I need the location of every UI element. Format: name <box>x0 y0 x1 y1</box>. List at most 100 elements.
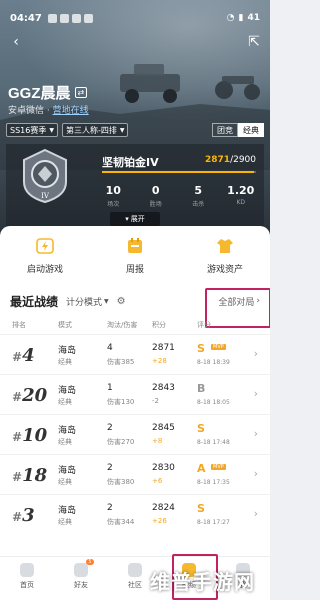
chevron-right-icon: › <box>253 387 258 400</box>
match-row[interactable]: #10 海岛 经典 2 伤害270 2845 +8 S 8-18 17:48 › <box>0 414 270 454</box>
status-time: 04:47 <box>10 12 42 24</box>
match-row[interactable]: #4 海岛经典 4 伤害385 2871 +28 S MVP 8-18 18:39 › <box>0 334 270 374</box>
match-points-delta: +26 <box>152 517 167 525</box>
mode-select[interactable]: 第三人称-四排 ▼ <box>61 123 129 137</box>
match-date: 8-18 17:48 <box>197 439 230 446</box>
mvp-badge: MVP <box>211 464 226 470</box>
watermark: 维普手游网 <box>150 570 255 594</box>
match-points: 2871 <box>152 343 175 353</box>
quick-launch-game[interactable]: 启动游戏 <box>0 238 90 276</box>
back-icon[interactable]: ‹ <box>8 34 24 50</box>
quick-game-assets[interactable]: 游戏资产 <box>180 238 270 276</box>
mode-button-tdm[interactable]: 团竞 <box>212 123 238 137</box>
season-select[interactable]: SS16赛季 ▼ <box>6 123 58 137</box>
match-grade: S <box>197 502 205 515</box>
match-points: 2843 <box>152 383 175 393</box>
match-map: 海岛 <box>58 466 77 476</box>
match-rank: #4 <box>12 345 35 366</box>
quick-launch-label: 启动游戏 <box>26 265 63 275</box>
season-label: SS16赛季 <box>10 125 47 135</box>
stat-wins: 0 胜场 <box>149 184 162 208</box>
mvp-badge: MVP <box>211 344 226 350</box>
quick-actions: 启动游戏 周报 游戏资产 <box>0 226 270 276</box>
rank-score-current: 2871 <box>205 155 231 165</box>
nav-item[interactable]: 首页 <box>0 557 54 600</box>
status-bar: 04:47 ◔ ▮ 41 <box>10 10 260 26</box>
rank-progress-fill <box>102 171 255 173</box>
rank-name: 坚韧铂金IV <box>102 156 159 169</box>
match-damage: 伤害130 <box>107 398 135 406</box>
nav-label: 好友 <box>74 581 88 589</box>
match-row[interactable]: #3 海岛 经典 2 伤害344 2824 +26 S 8-18 17:27 › <box>0 494 270 534</box>
match-points-delta: +8 <box>152 437 163 445</box>
match-grade: S <box>197 342 205 355</box>
player-nickname: GGZ晨晨 <box>8 85 71 102</box>
rank-score: 2871/2900 <box>205 155 256 165</box>
expand-button[interactable]: ▾ 展开 <box>110 212 160 226</box>
match-points: 2824 <box>152 503 175 513</box>
header-rank: 排名 <box>12 321 26 329</box>
match-date: 8-18 18:05 <box>197 399 230 406</box>
match-kills: 2 <box>107 463 113 473</box>
online-status-link[interactable]: 营地在线 <box>53 106 89 116</box>
match-rank: #18 <box>12 465 48 486</box>
signal-icon: ▮ <box>238 13 244 23</box>
header-grade: 评分 <box>197 321 211 329</box>
nav-item[interactable]: 好友 5 <box>54 557 108 600</box>
match-points-delta: -2 <box>152 397 159 405</box>
match-grade: S <box>197 422 205 435</box>
match-kills: 2 <box>107 503 113 513</box>
rank-emblem-icon: IV <box>23 148 67 204</box>
rank-progress-bar <box>102 171 256 173</box>
quick-assets-label: 游戏资产 <box>206 265 243 275</box>
mode-button-classic[interactable]: 经典 <box>238 123 264 137</box>
settings-gear-icon[interactable]: ⚙ <box>117 296 126 307</box>
chevron-right-icon: › <box>256 296 260 306</box>
quick-weekly-label: 周报 <box>125 265 144 275</box>
match-row[interactable]: #18 海岛 经典 2 伤害380 2830 +6 A MVP 8-18 17:35 › <box>0 454 270 494</box>
chevron-down-icon: ▾ <box>125 215 129 223</box>
platform-label: 安卓微信 · <box>8 106 50 116</box>
caret-down-icon: ▼ <box>104 297 109 305</box>
match-kills: 2 <box>107 423 113 433</box>
battery-level: 41 <box>247 13 260 23</box>
match-map: 海岛 <box>58 346 77 356</box>
recent-title: 最近战绩 <box>10 294 59 309</box>
quick-weekly-report[interactable]: 周报 <box>90 238 180 276</box>
match-kills: 1 <box>107 383 113 393</box>
nav-icon <box>128 563 142 577</box>
content-sheet: 启动游戏 周报 游戏资产 最近战绩 计分模式 ▼ ⚙ 全部对局 › 排名 模式 淘汰… <box>0 226 270 600</box>
chevron-right-icon: › <box>253 347 258 360</box>
match-grade: A <box>197 462 206 475</box>
match-rank: #20 <box>12 385 48 406</box>
match-kills: 4 <box>107 343 113 353</box>
match-mode: 经典 <box>58 478 72 486</box>
match-list: #4 海岛 经典 4 伤害385 2871 +28 S MVP 8-18 18:39 › #20 海岛经… <box>0 334 270 534</box>
all-records-link[interactable]: 全部对局 › <box>218 295 260 308</box>
chevron-right-icon: › <box>253 427 258 440</box>
recent-header: 最近战绩 计分模式 ▼ ⚙ 全部对局 › <box>0 290 270 312</box>
match-map: 海岛 <box>58 386 77 396</box>
header-points: 积分 <box>152 321 166 329</box>
switch-account-icon[interactable]: ⇄ <box>74 87 88 98</box>
match-mode: 经典 <box>58 518 72 526</box>
nav-icon <box>74 563 88 577</box>
share-icon[interactable]: ⇱ <box>246 34 262 50</box>
stat-kills: 5 击杀 <box>192 184 205 208</box>
match-row[interactable]: #20 海岛 经典 1 伤害130 2843 -2 B 8-18 18:05 › <box>0 374 270 414</box>
match-rank: #3 <box>12 505 35 526</box>
match-damage: 伤害385 <box>107 358 135 366</box>
match-points-delta: +6 <box>152 477 163 485</box>
caret-down-icon: ▼ <box>119 126 125 134</box>
table-header: 排名 模式 淘汰/伤害 积分 评分 <box>0 318 270 332</box>
match-grade: B <box>197 382 206 395</box>
match-points-delta: +28 <box>152 357 167 365</box>
match-mode: 经典 <box>58 358 72 366</box>
score-mode-select[interactable]: 计分模式 ▼ <box>66 295 109 308</box>
match-damage: 伤害344 <box>107 518 135 526</box>
season-stats: 10 场次 0 胜场 5 击杀 1.20 KD <box>92 184 262 208</box>
profile-hero: 04:47 ◔ ▮ 41 ‹ ⇱ GGZ晨晨 ⇄ 安卓微信 · 营地在线 SS1… <box>0 0 270 248</box>
shirt-icon <box>217 239 233 253</box>
match-date: 8-18 18:39 <box>197 359 230 366</box>
expand-label: 展开 <box>130 215 145 223</box>
